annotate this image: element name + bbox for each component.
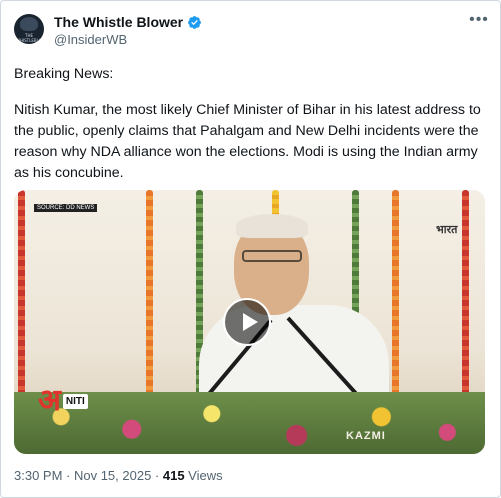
play-icon[interactable] bbox=[223, 298, 271, 346]
channel-logo: अ NITI bbox=[38, 386, 88, 416]
tweet-text-line1: Breaking News: bbox=[14, 66, 114, 82]
tweet-card: THE WHISTLEBLOWER The Whistle Blower @In… bbox=[0, 0, 501, 498]
video-player[interactable]: SOURCE: DD NEWS भारत KAZMI अ NITI bbox=[14, 190, 485, 454]
speaker-glasses bbox=[242, 250, 302, 262]
tweet-meta: 3:30 PM · Nov 15, 2025 · 415 Views bbox=[14, 468, 223, 483]
garland-decoration bbox=[462, 190, 469, 395]
logo-mark: अ bbox=[38, 383, 61, 418]
views-count: 415 bbox=[162, 468, 185, 483]
views-label: Views bbox=[184, 468, 223, 483]
more-options-icon[interactable]: ••• bbox=[469, 12, 489, 31]
avatar[interactable]: THE WHISTLEBLOWER bbox=[14, 14, 44, 44]
author-name[interactable]: The Whistle Blower bbox=[54, 14, 183, 30]
avatar-logo bbox=[20, 17, 38, 31]
tweet-text-body: Nitish Kumar, the most likely Chief Mini… bbox=[14, 102, 481, 181]
author-handle[interactable]: @InsiderWB bbox=[54, 32, 127, 47]
stage-text: KAZMI bbox=[346, 430, 386, 442]
garland-decoration bbox=[146, 190, 153, 395]
author-name-row[interactable]: The Whistle Blower bbox=[54, 14, 202, 30]
avatar-text: THE WHISTLEBLOWER bbox=[16, 33, 44, 43]
verified-badge-icon bbox=[188, 15, 202, 29]
garland-decoration bbox=[18, 190, 25, 395]
timestamp[interactable]: 3:30 PM · Nov 15, 2025 · bbox=[14, 468, 163, 483]
garland-decoration bbox=[392, 190, 399, 395]
channel-watermark: भारत bbox=[436, 224, 458, 236]
speaker-hair bbox=[236, 214, 308, 238]
logo-box: NITI bbox=[62, 393, 88, 409]
source-tag: SOURCE: DD NEWS bbox=[34, 204, 98, 212]
